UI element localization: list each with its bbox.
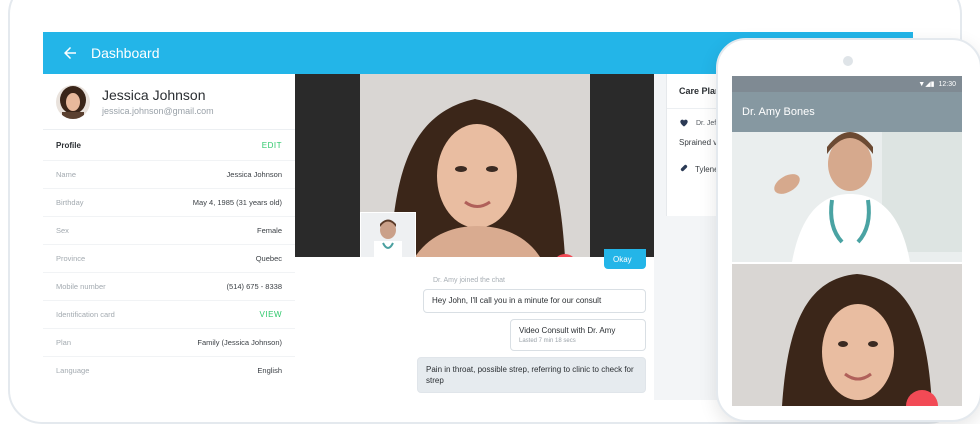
profile-row-sex: Sex Female — [43, 216, 295, 244]
field-label: Birthday — [56, 198, 84, 207]
profile-row-id-card: Identification card VIEW — [43, 300, 295, 328]
field-value: Jessica Johnson — [226, 170, 282, 179]
phone-camera — [843, 56, 853, 66]
video-consult-title: Video Consult with Dr. Amy — [519, 326, 616, 335]
profile-row-name: Name Jessica Johnson — [43, 160, 295, 188]
field-label: Language — [56, 366, 90, 375]
profile-row-language: Language English — [43, 356, 295, 384]
field-value: Family (Jessica Johnson) — [197, 338, 282, 347]
back-arrow-icon[interactable] — [61, 44, 79, 62]
phone-time: 12:30 — [938, 80, 956, 88]
app-title: Dashboard — [91, 45, 160, 61]
field-value: (514) 675 - 8338 — [226, 282, 282, 291]
heart-icon — [680, 119, 688, 127]
field-value: Quebec — [255, 254, 282, 263]
profile-row-province: Province Quebec — [43, 244, 295, 272]
edit-profile-link[interactable]: EDIT — [262, 141, 282, 150]
avatar — [56, 84, 90, 119]
profile-section-header: Profile EDIT — [43, 130, 295, 160]
chat-bubble-okay: Okay — [604, 249, 646, 269]
field-label: Sex — [56, 226, 69, 235]
view-id-card-link[interactable]: VIEW — [260, 310, 282, 319]
profile-row-mobile: Mobile number (514) 675 - 8338 — [43, 272, 295, 300]
signal-icon: ▼◢▮ — [918, 81, 935, 88]
chat-bubble-consult: Hey John, I'll call you in a minute for … — [423, 289, 646, 313]
field-label: Name — [56, 170, 77, 179]
care-plan-condition: Sprained v — [679, 138, 718, 147]
field-value: English — [257, 366, 282, 375]
chat-panel: Okay Dr. Amy joined the chat Hey John, I… — [295, 249, 654, 400]
chat-system-message: Dr. Amy joined the chat — [433, 277, 505, 284]
patient-video-feed-phone — [732, 264, 962, 406]
field-label: Mobile number — [56, 282, 106, 291]
video-call-panel — [295, 74, 654, 257]
care-plan-doctor[interactable]: Dr. Jef — [696, 120, 716, 127]
patient-video-feed — [295, 74, 654, 257]
chat-bubble-note: Pain in throat, possible strep, referrin… — [417, 357, 646, 393]
field-value: Female — [256, 226, 282, 235]
profile-row-plan: Plan Family (Jessica Johnson) — [43, 328, 295, 356]
self-view-thumbnail[interactable] — [360, 212, 416, 257]
field-value: May 4, 1985 (31 years old) — [192, 198, 282, 207]
phone-status-bar: ▼◢▮ 12:30 — [732, 76, 962, 92]
chat-bubble-video-consult: Video Consult with Dr. Amy Lasted 7 min … — [510, 319, 646, 351]
patient-email: jessica.johnson@gmail.com — [102, 106, 214, 116]
profile-label: Profile — [56, 140, 81, 150]
patient-sidebar: Jessica Johnson jessica.johnson@gmail.co… — [43, 74, 296, 400]
field-label: Province — [56, 254, 86, 263]
field-label: Identification card — [56, 310, 115, 319]
phone-call-title: Dr. Amy Bones — [732, 92, 962, 132]
profile-row-birthday: Birthday May 4, 1985 (31 years old) — [43, 188, 295, 216]
phone-screen: ▼◢▮ 12:30 Dr. Amy Bones — [732, 76, 962, 406]
field-label: Plan — [56, 338, 72, 347]
phone-frame: ▼◢▮ 12:30 Dr. Amy Bones — [716, 38, 980, 422]
patient-name: Jessica Johnson — [102, 87, 206, 103]
pill-icon — [680, 164, 688, 172]
video-consult-duration: Lasted 7 min 18 secs — [519, 338, 576, 344]
patient-header: Jessica Johnson jessica.johnson@gmail.co… — [43, 74, 295, 130]
